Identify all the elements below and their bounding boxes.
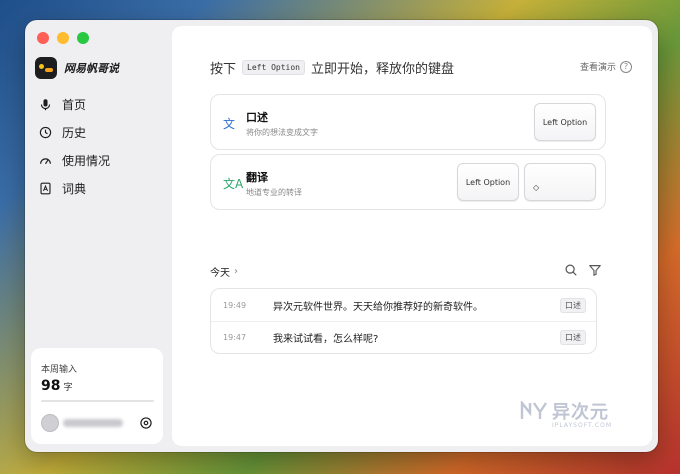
chevron-right-icon: ›: [234, 266, 238, 277]
app-name: 网易帆哥说: [64, 62, 119, 75]
sidebar-item-label: 词典: [62, 181, 87, 196]
user-row: [41, 414, 153, 432]
watermark-subtext: IPLAYSOFT.COM: [552, 422, 612, 429]
hero-prefix: 按下: [210, 62, 237, 77]
stats-unit: 字: [63, 383, 73, 393]
dictionary-icon: [40, 182, 51, 194]
sidebar-item-dictionary[interactable]: 词典: [39, 174, 110, 202]
view-demo-link[interactable]: 查看演示 ?: [580, 60, 632, 73]
today-header[interactable]: 今天 ›: [210, 264, 238, 279]
card-subtitle: 地道专业的转译: [246, 188, 302, 197]
sidebar-item-home[interactable]: 首页: [39, 90, 110, 118]
translate-card[interactable]: 文A 翻译 地道专业的转译 Left Option ◇: [210, 154, 606, 210]
stats-progress-bar: [41, 400, 154, 402]
history-text: 我来试试看，怎么样呢?: [273, 334, 379, 345]
sidebar-item-label: 历史: [62, 125, 87, 140]
sidebar-item-label: 使用情况: [62, 153, 111, 168]
mic-icon: [40, 98, 51, 110]
translate-text-icon: 文: [223, 117, 236, 131]
clock-icon: [39, 126, 52, 138]
history-row[interactable]: 19:47 我来试试看，怎么样呢? 口述: [211, 321, 596, 353]
brand: 网易帆哥说: [35, 57, 119, 79]
avatar[interactable]: [41, 414, 59, 432]
watermark-text: 异次元: [552, 402, 609, 423]
card-subtitle: 将你的想法变成文字: [246, 128, 318, 137]
card-title: 口述: [246, 111, 268, 124]
translate-shortcut-button[interactable]: Left Option: [457, 163, 519, 201]
translate-language-icon: 文A: [223, 177, 244, 191]
translate-secondary-key-button[interactable]: ◇: [524, 163, 596, 201]
today-label: 今天: [210, 268, 230, 279]
stats-label: 本周输入: [41, 365, 78, 375]
search-icon[interactable]: [564, 263, 578, 277]
weekly-stats-card: 本周输入 98 字: [31, 348, 163, 444]
username-redacted: [63, 419, 123, 427]
card-title: 翻译: [246, 171, 268, 184]
history-time: 19:47: [223, 333, 247, 342]
hero-suffix: 立即开始，释放你的键盘: [311, 62, 455, 77]
history-time: 19:49: [223, 300, 247, 310]
history-tag: 口述: [560, 297, 586, 313]
sidebar-item-usage[interactable]: 使用情况: [39, 146, 110, 174]
watermark-logo-icon: [520, 401, 547, 419]
filter-icon[interactable]: [588, 263, 602, 277]
sidebar-item-label: 首页: [62, 97, 87, 112]
dictation-shortcut-button[interactable]: Left Option: [534, 103, 596, 141]
app-logo: [35, 57, 57, 79]
watermark: 异次元 IPLAYSOFT.COM: [520, 398, 612, 429]
history-list: 19:49 异次元软件世界。天天给你推荐好的新奇软件。 口述 19:47 我来试…: [210, 288, 597, 354]
history-row[interactable]: 19:49 异次元软件世界。天天给你推荐好的新奇软件。 口述: [211, 289, 596, 321]
hero-key-badge: Left Option: [242, 60, 305, 75]
hero-heading: 按下 Left Option 立即开始，释放你的键盘: [210, 58, 454, 77]
main-panel: 按下 Left Option 立即开始，释放你的键盘 查看演示 ? 文 口述 将…: [172, 26, 652, 446]
dictation-card[interactable]: 文 口述 将你的想法变成文字 Left Option: [210, 94, 606, 150]
history-text: 异次元软件世界。天天给你推荐好的新奇软件。: [273, 301, 483, 313]
stats-count: 98 字: [41, 378, 73, 394]
settings-icon[interactable]: [139, 416, 153, 430]
sidebar-item-history[interactable]: 历史: [39, 118, 110, 146]
history-tag: 口述: [560, 330, 586, 345]
gauge-icon: [40, 157, 51, 164]
help-icon: ?: [620, 60, 632, 73]
sidebar-nav: 首页 历史 使用情况 词典: [39, 90, 110, 202]
app-window: 网易帆哥说 首页 历史 使用情况 词典 本周输入 98 字 按下 Left Op…: [25, 20, 658, 452]
sidebar: 网易帆哥说 首页 历史 使用情况 词典 本周输入 98 字: [25, 20, 172, 452]
